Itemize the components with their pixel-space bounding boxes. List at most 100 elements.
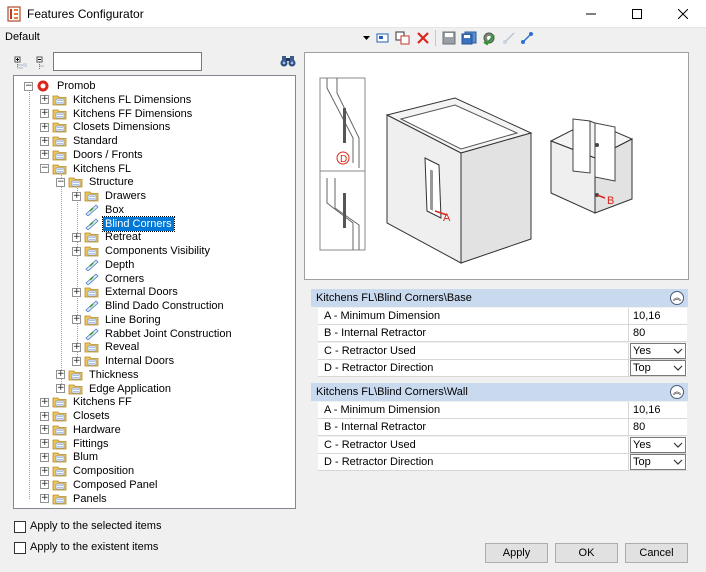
property-value: 10,16 (633, 404, 661, 416)
collapse-icon[interactable]: − (40, 164, 49, 173)
collapse-group-icon[interactable]: ︽ (670, 385, 684, 399)
tree-item[interactable]: + Kitchens FF Dimensions (40, 107, 194, 121)
property-name: D - Retractor Direction (318, 453, 629, 470)
property-group-header[interactable]: Kitchens FL\Blind Corners\Wall ︽ (311, 383, 688, 401)
tree-item[interactable]: Depth (72, 258, 136, 272)
tree-item[interactable]: + External Doors (72, 285, 180, 299)
tree-item[interactable]: + Composition (40, 464, 136, 478)
delete-profile-button[interactable] (414, 30, 432, 46)
collapse-icon[interactable]: − (24, 81, 33, 91)
search-button[interactable] (280, 53, 296, 69)
tree-item[interactable]: + Retreat (72, 230, 143, 244)
tree-item[interactable]: + Blum (40, 450, 100, 464)
tree-item[interactable]: Box (72, 203, 126, 217)
expand-icon[interactable]: + (72, 232, 81, 242)
expand-icon[interactable]: + (72, 246, 81, 256)
property-value-field[interactable]: 80 (630, 325, 687, 341)
expand-link-button[interactable] (518, 30, 536, 46)
copy-profile-button[interactable] (394, 30, 412, 46)
close-button[interactable] (660, 0, 706, 28)
minimize-icon (586, 13, 596, 15)
expand-icon[interactable]: + (56, 384, 65, 393)
expand-icon[interactable]: + (40, 95, 49, 105)
profile-dropdown-button[interactable] (360, 30, 372, 46)
expand-icon[interactable]: + (72, 287, 81, 297)
property-group-header[interactable]: Kitchens FL\Blind Corners\Base ︽ (311, 289, 688, 307)
new-profile-button[interactable] (374, 30, 392, 46)
apply-button[interactable]: Apply (485, 543, 548, 563)
save-button[interactable] (440, 30, 458, 46)
expand-icon[interactable]: + (40, 452, 49, 462)
expand-icon[interactable]: + (40, 439, 49, 448)
tree-item[interactable]: + Reveal (72, 340, 141, 354)
save-all-button[interactable] (460, 30, 478, 46)
expand-icon[interactable]: + (40, 411, 49, 421)
tree-item[interactable]: + Panels (40, 492, 109, 506)
tree-item[interactable]: + Edge Application (56, 382, 173, 396)
tree-item[interactable]: + Components Visibility (72, 244, 212, 258)
tree-item[interactable]: + Closets Dimensions (40, 120, 172, 134)
tree-item[interactable]: Blind Corners (72, 215, 175, 232)
tree-item[interactable]: + Hardware (40, 423, 123, 437)
collapse-icon[interactable]: − (56, 177, 65, 187)
tree-item[interactable]: + Thickness (56, 368, 141, 382)
tree-item[interactable]: Corners (72, 272, 146, 286)
tree-item[interactable]: + Fittings (40, 437, 110, 451)
expand-all-button[interactable] (13, 55, 29, 71)
tree-item[interactable]: − Kitchens FL (40, 162, 133, 176)
tree-item[interactable]: + Internal Doors (72, 354, 176, 368)
expand-icon[interactable]: + (40, 480, 49, 490)
binoculars-icon (280, 56, 296, 67)
expand-icon[interactable]: + (40, 150, 49, 160)
tree-item[interactable]: + Composed Panel (40, 478, 159, 492)
cancel-button[interactable]: Cancel (625, 543, 688, 563)
property-value-field[interactable]: 80 (630, 419, 687, 435)
tree-item[interactable]: + Line Boring (72, 313, 163, 327)
tree-item[interactable]: + Closets (40, 409, 112, 423)
apply-existent-checkbox[interactable] (14, 542, 26, 554)
expand-icon[interactable]: + (40, 425, 49, 435)
tree-item[interactable]: + Kitchens FL Dimensions (40, 93, 193, 107)
expand-icon[interactable]: + (40, 466, 49, 476)
features-tree[interactable]: − Promob + Kitchens FL Dimensions + Kitchens … (13, 75, 296, 509)
expand-icon[interactable]: + (72, 315, 81, 325)
app-icon (7, 6, 21, 22)
label-b: B (607, 195, 614, 207)
property-value-field[interactable]: 10,16 (630, 402, 687, 418)
expand-icon[interactable]: + (40, 109, 49, 118)
ok-button[interactable]: OK (555, 543, 618, 563)
expand-icon[interactable]: + (72, 342, 81, 352)
tree-item[interactable]: Blind Dado Construction (72, 299, 226, 313)
apply-selected-checkbox[interactable] (14, 521, 26, 533)
expand-icon[interactable]: + (40, 494, 49, 503)
collapse-link-button[interactable] (500, 30, 518, 46)
maximize-icon (632, 9, 642, 19)
tree-item[interactable]: + Drawers (72, 189, 148, 203)
minimize-button[interactable] (568, 0, 614, 28)
expand-icon[interactable]: + (56, 370, 65, 380)
expand-icon[interactable]: + (40, 397, 49, 407)
tree-item[interactable]: + Doors / Fronts (40, 148, 145, 162)
property-dropdown[interactable]: Yes (630, 342, 686, 359)
property-value-field[interactable]: 10,16 (630, 308, 687, 324)
collapse-group-icon[interactable]: ︽ (670, 291, 684, 305)
search-input[interactable] (53, 52, 202, 71)
property-dropdown[interactable]: Top (630, 359, 686, 376)
tree-item[interactable]: + Standard (40, 134, 120, 148)
apply-selected-label: Apply to the selected items (30, 520, 162, 532)
property-dropdown[interactable]: Top (630, 453, 686, 470)
property-name: C - Retractor Used (318, 436, 629, 453)
collapse-all-button[interactable] (33, 55, 49, 71)
expand-icon[interactable]: + (72, 191, 81, 201)
save-icon (442, 31, 456, 45)
property-dropdown[interactable]: Yes (630, 436, 686, 453)
expand-icon[interactable]: + (40, 136, 49, 146)
tree-item[interactable]: Rabbet Joint Construction (72, 327, 234, 341)
expand-icon[interactable]: + (40, 122, 49, 132)
maximize-button[interactable] (614, 0, 660, 28)
tree-item[interactable]: − Structure (56, 175, 136, 189)
settings-button[interactable] (480, 30, 498, 46)
expand-icon[interactable]: + (72, 356, 81, 366)
tree-root[interactable]: − Promob (24, 79, 98, 93)
tree-item[interactable]: + Kitchens FF (40, 395, 134, 409)
